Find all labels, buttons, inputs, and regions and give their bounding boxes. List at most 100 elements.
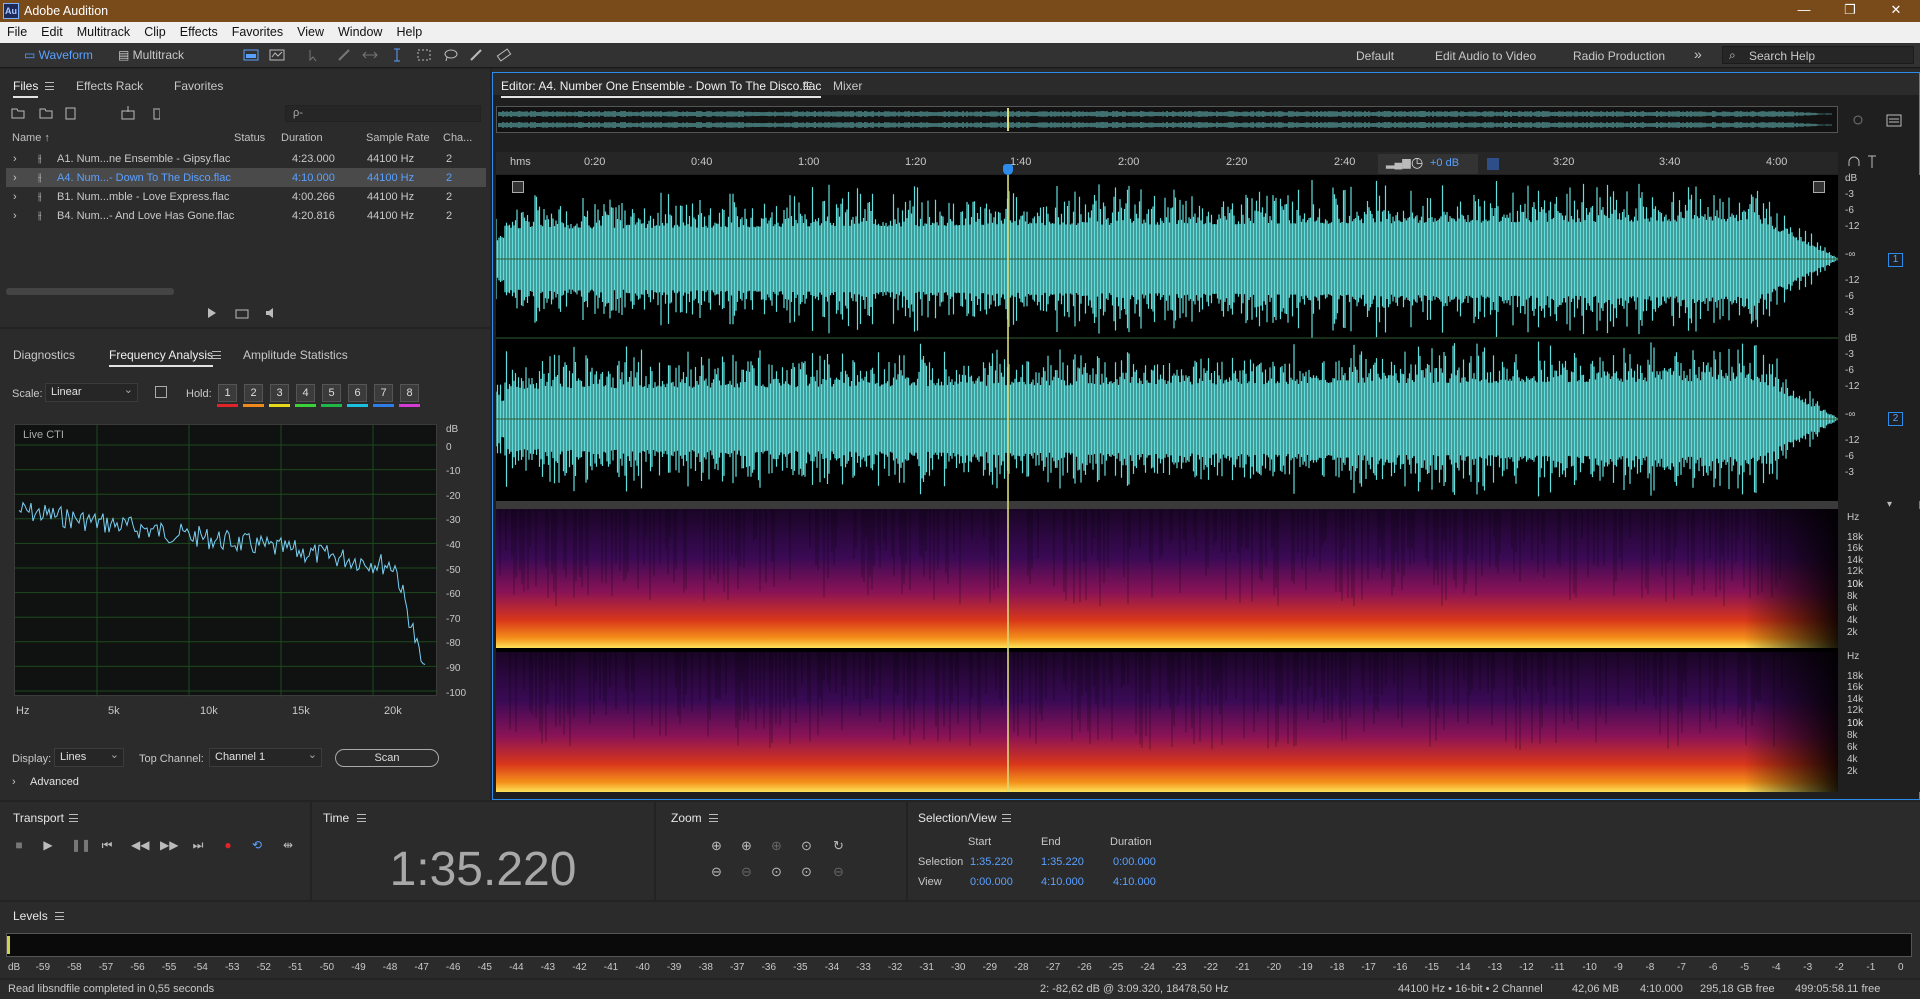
files-menu-icon[interactable] [45,82,54,90]
snap-icon[interactable] [1487,158,1499,170]
hold-button-4[interactable]: 4 [296,384,315,402]
expand-icon[interactable]: › [13,172,17,184]
time-display[interactable]: 1:35.220 [312,842,654,897]
menu-edit[interactable]: Edit [34,22,70,39]
capture-snapshot-icon[interactable] [155,386,167,398]
expand-icon[interactable]: › [13,210,17,222]
col-name[interactable]: Name ↑ [12,132,50,144]
levels-menu-icon[interactable] [55,912,64,920]
col-status[interactable]: Status [234,132,265,144]
fade-out-handle-icon[interactable] [1813,181,1825,193]
spectral-pitch-icon[interactable] [269,48,285,62]
headphone-icon[interactable] [1848,156,1860,166]
advanced-expand-icon[interactable]: › [12,776,16,788]
file-row[interactable]: › ⫲ B1. Num...mble - Love Express.flac 4… [6,187,486,206]
menu-clip[interactable]: Clip [137,22,173,39]
move-to-end-icon[interactable]: ⏭ [191,838,205,852]
selection-end[interactable]: 1:35.220 [1041,856,1084,868]
zoom-out-time-icon[interactable]: ⊖ [741,864,752,880]
hold-button-5[interactable]: 5 [322,384,341,402]
hold-button-8[interactable]: 8 [400,384,419,402]
selection-start[interactable]: 1:35.220 [970,856,1013,868]
record-icon[interactable]: ● [221,838,235,852]
pin-icon[interactable] [1868,155,1876,168]
lasso-tool-icon[interactable] [443,48,459,62]
move-tool-icon[interactable] [306,48,322,62]
menu-view[interactable]: View [290,22,331,39]
expand-icon[interactable]: › [13,191,17,203]
hold-button-7[interactable]: 7 [374,384,393,402]
scale-dropdown[interactable]: Linear [45,383,138,402]
tab-frequency-analysis[interactable]: Frequency Analysis [109,348,214,367]
loop-playback-icon[interactable]: ⟲ [250,838,264,852]
close-icon[interactable]: ✕ [1876,0,1916,22]
menu-favorites[interactable]: Favorites [225,22,290,39]
file-row[interactable]: › ⫲ A1. Num...ne Ensemble - Gipsy.flac 4… [6,149,486,168]
fade-in-handle-icon[interactable] [512,181,524,193]
frequency-analysis-menu-icon[interactable] [212,351,221,359]
transport-menu-icon[interactable] [69,814,78,822]
col-channels[interactable]: Cha... [443,132,472,144]
view-end[interactable]: 4:10.000 [1041,876,1084,888]
tab-favorites[interactable]: Favorites [174,79,223,93]
zoom-out-full-icon[interactable]: ⊖ [833,864,844,880]
zoom-in-playhead-icon[interactable]: ⊕ [771,838,782,854]
zoom-out-amplitude-icon[interactable]: ⊖ [711,864,722,880]
hold-button-3[interactable]: 3 [270,384,289,402]
zoom-in-selection-icon[interactable]: ⊙ [771,864,782,880]
time-selection-tool-icon[interactable] [389,48,405,62]
expand-icon[interactable]: › [13,153,17,165]
zoom-reset-icon[interactable]: ↻ [833,838,844,854]
spot-healing-tool-icon[interactable] [496,48,512,62]
view-duration[interactable]: 4:10.000 [1113,876,1156,888]
files-scrollbar[interactable] [6,288,174,295]
time-menu-icon[interactable] [357,814,366,822]
col-duration[interactable]: Duration [281,132,323,144]
zoom-menu-icon[interactable] [709,814,718,822]
col-sample-rate[interactable]: Sample Rate [366,132,430,144]
menu-file[interactable]: File [0,22,34,39]
play-icon[interactable]: ▶ [41,838,55,852]
menu-effects[interactable]: Effects [173,22,225,39]
waveform-view-button[interactable]: ▭ Waveform [18,46,99,65]
brush-tool-icon[interactable] [469,48,485,62]
marquee-tool-icon[interactable] [416,48,432,62]
zoom-full-icon[interactable]: ⊙ [801,864,812,880]
razor-tool-icon[interactable] [336,48,352,62]
waveform-area[interactable] [495,175,1838,501]
restore-icon[interactable]: ❐ [1830,0,1870,22]
tab-amplitude-statistics[interactable]: Amplitude Statistics [243,348,348,362]
zoom-selection-icon[interactable]: ⊙ [801,838,812,854]
tab-effects-rack[interactable]: Effects Rack [76,79,143,93]
multitrack-view-button[interactable]: ▤ Multitrack [112,46,190,65]
scan-button[interactable]: Scan [335,749,439,767]
autoplay-icon[interactable] [266,308,273,318]
hud-volume-knob-icon[interactable]: ◷ [1411,154,1423,171]
delete-icon[interactable] [153,108,160,120]
tab-diagnostics[interactable]: Diagnostics [13,348,75,362]
advanced-toggle[interactable]: Advanced [30,776,79,788]
new-file-icon[interactable] [65,107,76,120]
overview-navigator[interactable] [496,106,1838,133]
pause-icon[interactable]: ❚❚ [71,838,91,852]
slip-tool-icon[interactable] [362,48,378,62]
tab-editor[interactable]: Editor: A4. Number One Ensemble - Down T… [501,79,822,98]
file-row[interactable]: › ⫲ B4. Num...- And Love Has Gone.flac 4… [6,206,486,225]
stop-icon[interactable]: ■ [12,838,26,852]
spectral-area[interactable] [496,509,1838,792]
tab-mixer[interactable]: Mixer [833,79,862,93]
menu-help[interactable]: Help [389,22,429,39]
workspace-edit-audio-to-video[interactable]: Edit Audio to Video [1435,49,1536,63]
selection-view-menu-icon[interactable] [1002,814,1011,822]
zoom-in-amplitude-icon[interactable]: ⊕ [711,838,722,854]
zoom-magnify-icon[interactable] [1853,115,1863,125]
channel-1-toggle[interactable]: 1 [1888,253,1903,267]
selection-duration[interactable]: 0:00.000 [1113,856,1156,868]
spectral-frequency-icon[interactable] [243,48,259,62]
files-search-input[interactable]: ρ- [285,105,481,122]
loop-preview-icon[interactable] [235,309,249,319]
top-channel-dropdown[interactable]: Channel 1 [209,748,322,767]
menu-window[interactable]: Window [331,22,389,39]
hold-button-1[interactable]: 1 [218,384,237,402]
hold-button-6[interactable]: 6 [348,384,367,402]
